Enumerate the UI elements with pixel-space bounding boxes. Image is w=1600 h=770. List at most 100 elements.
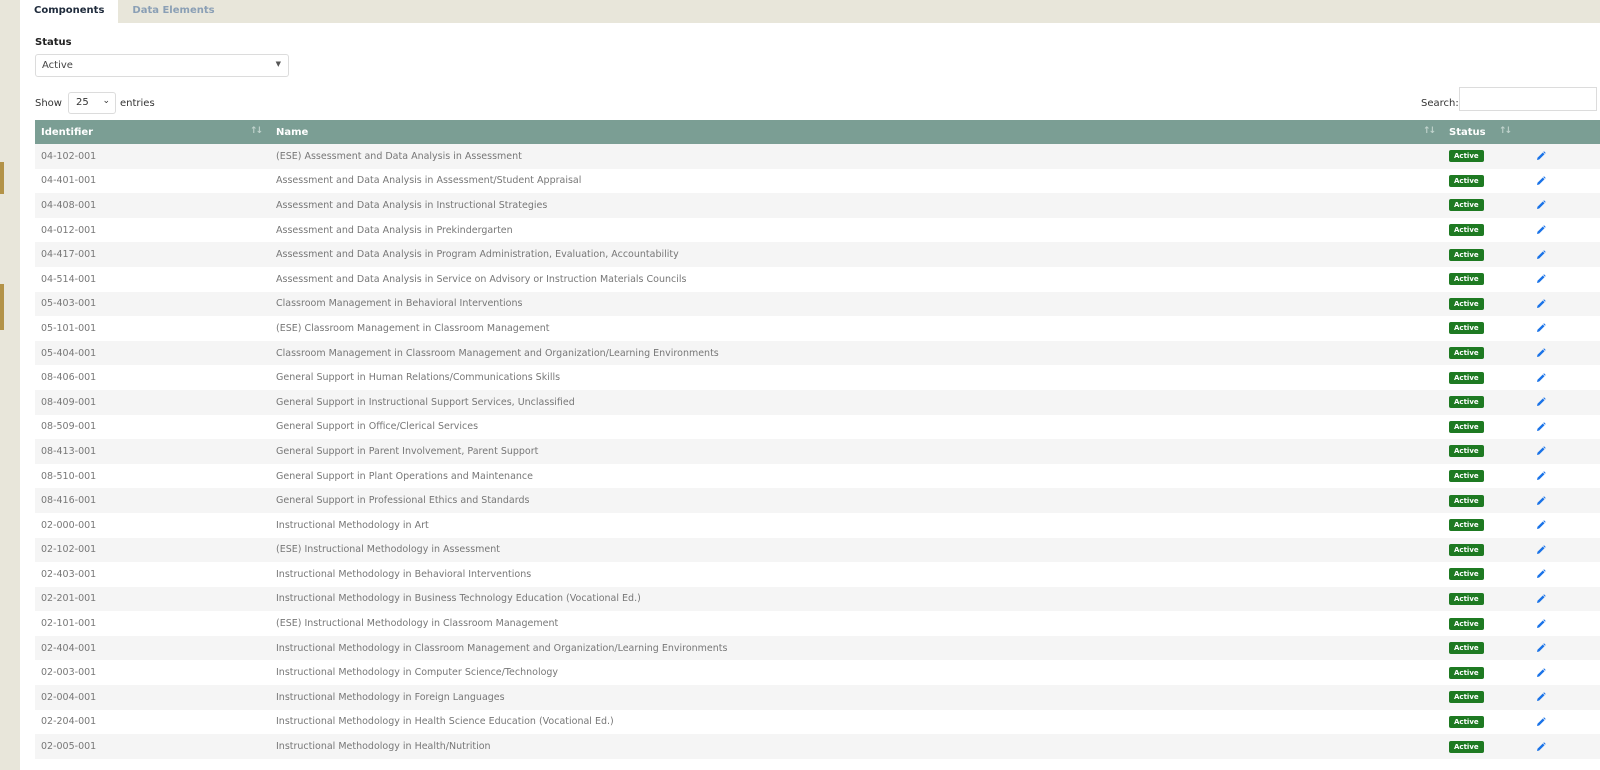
cell-name: Assessment and Data Analysis in Program … [270,242,1443,267]
table-row: 05-101-001 (ESE) Classroom Management in … [35,316,1600,341]
status-badge: Active [1449,224,1484,237]
cell-identifier: 08-413-001 [35,439,270,464]
cell-name: Instructional Methodology in Business Te… [270,586,1443,612]
cell-actions [1519,389,1600,415]
column-header-status[interactable]: Status ↑↓ [1443,120,1519,144]
pencil-icon[interactable] [1536,545,1546,555]
cell-identifier: 05-101-001 [35,316,270,341]
pencil-icon[interactable] [1536,741,1546,752]
table-row: 02-101-001 (ESE) Instructional Methodolog… [35,611,1600,636]
pencil-icon[interactable] [1536,692,1546,702]
cell-identifier: 08-416-001 [35,488,270,513]
pencil-icon[interactable] [1536,151,1546,161]
pencil-icon[interactable] [1536,495,1546,506]
cell-actions [1519,463,1600,489]
table-row: 02-404-001 Instructional Methodology in C… [35,635,1600,661]
table-row: 04-514-001 Assessment and Data Analysis i… [35,266,1600,292]
pencil-icon[interactable] [1536,422,1546,432]
table-row: 08-406-001 General Support in Human Relat… [35,365,1600,390]
pencil-icon[interactable] [1536,471,1546,481]
table-row: 02-000-001 Instructional Methodology in A… [35,512,1600,538]
column-header-actions [1519,120,1600,144]
pencil-icon[interactable] [1536,348,1546,358]
pencil-icon[interactable] [1536,569,1546,579]
status-badge: Active [1449,543,1484,556]
cell-identifier: 05-403-001 [35,291,270,317]
table-row: 05-403-001 Classroom Management in Behavi… [35,291,1600,317]
table-row: 08-509-001 General Support in Office/Cler… [35,414,1600,440]
chevron-down-icon: ⌄ [102,96,110,106]
cell-actions [1519,512,1600,538]
cell-actions [1519,611,1600,636]
caret-down-icon: ▼ [275,60,281,68]
pencil-icon[interactable] [1536,249,1546,260]
cell-actions [1519,685,1600,710]
pencil-icon[interactable] [1536,200,1546,210]
cell-status: Active [1443,316,1519,341]
pencil-icon[interactable] [1536,668,1546,678]
status-badge: Active [1449,494,1484,507]
cell-identifier: 04-408-001 [35,193,270,218]
pencil-icon[interactable] [1536,323,1546,333]
search-input[interactable] [1459,87,1597,111]
page-length-value: 25 [75,97,89,108]
cell-name: Instructional Methodology in Classroom M… [270,635,1443,661]
table-row: 04-408-001 Assessment and Data Analysis i… [35,193,1600,218]
column-header-label: Identifier [41,126,94,138]
pencil-icon[interactable] [1536,717,1546,727]
cell-actions [1519,414,1600,440]
cell-identifier: 08-509-001 [35,414,270,440]
pencil-icon[interactable] [1536,397,1546,407]
cell-actions [1519,635,1600,661]
sort-arrows-icon: ↑↓ [249,126,263,136]
pencil-icon[interactable] [1536,225,1546,235]
cell-actions [1519,266,1600,292]
cell-name: General Support in Plant Operations and … [270,463,1443,489]
column-header-identifier[interactable]: Identifier ↑↓ [35,120,270,144]
cell-status: Active [1443,660,1519,686]
cell-actions [1519,340,1600,366]
pencil-icon[interactable] [1536,274,1546,284]
status-badge: Active [1449,568,1484,581]
pencil-icon[interactable] [1536,299,1546,309]
cell-actions [1519,242,1600,267]
status-badge: Active [1449,470,1484,483]
sidebar-marker [0,162,4,194]
pencil-icon[interactable] [1536,372,1546,383]
cell-identifier: 04-102-001 [35,144,270,169]
status-badge: Active [1449,592,1484,605]
cell-status: Active [1443,414,1519,440]
cell-actions [1519,709,1600,735]
pencil-icon[interactable] [1536,643,1546,653]
status-badge: Active [1449,420,1484,433]
cell-actions [1519,586,1600,612]
search-label: Search: [1421,98,1459,109]
cell-name: Instructional Methodology in Computer Sc… [270,660,1443,686]
tab-components[interactable]: Components [20,0,119,23]
status-badge: Active [1449,297,1484,310]
status-filter-select[interactable]: Active ▼ [35,54,289,77]
table-row: 02-004-001 Instructional Methodology in F… [35,685,1600,710]
table-row: 04-102-001 (ESE) Assessment and Data Anal… [35,144,1600,169]
tab-data-elements[interactable]: Data Elements [118,0,228,23]
pencil-icon[interactable] [1536,520,1546,530]
cell-name: (ESE) Instructional Methodology in Asses… [270,537,1443,563]
pencil-icon[interactable] [1536,594,1546,604]
status-badge: Active [1449,322,1484,335]
cell-name: (ESE) Instructional Methodology in Class… [270,611,1443,636]
table-row: 02-201-001 Instructional Methodology in B… [35,586,1600,612]
cell-status: Active [1443,266,1519,292]
cell-status: Active [1443,488,1519,513]
column-header-name[interactable]: Name ↑↓ [270,120,1443,144]
cell-status: Active [1443,685,1519,710]
cell-status: Active [1443,168,1519,194]
status-badge: Active [1449,519,1484,532]
pencil-icon[interactable] [1536,446,1546,456]
page-length-select[interactable]: 25 ⌄ [67,92,116,114]
components-panel: Status Active ▼ Show 25 ⌄ entries Search… [20,23,1600,770]
status-badge: Active [1449,347,1484,360]
cell-status: Active [1443,562,1519,587]
pencil-icon[interactable] [1536,176,1546,186]
cell-status: Active [1443,611,1519,636]
pencil-icon[interactable] [1536,618,1546,629]
